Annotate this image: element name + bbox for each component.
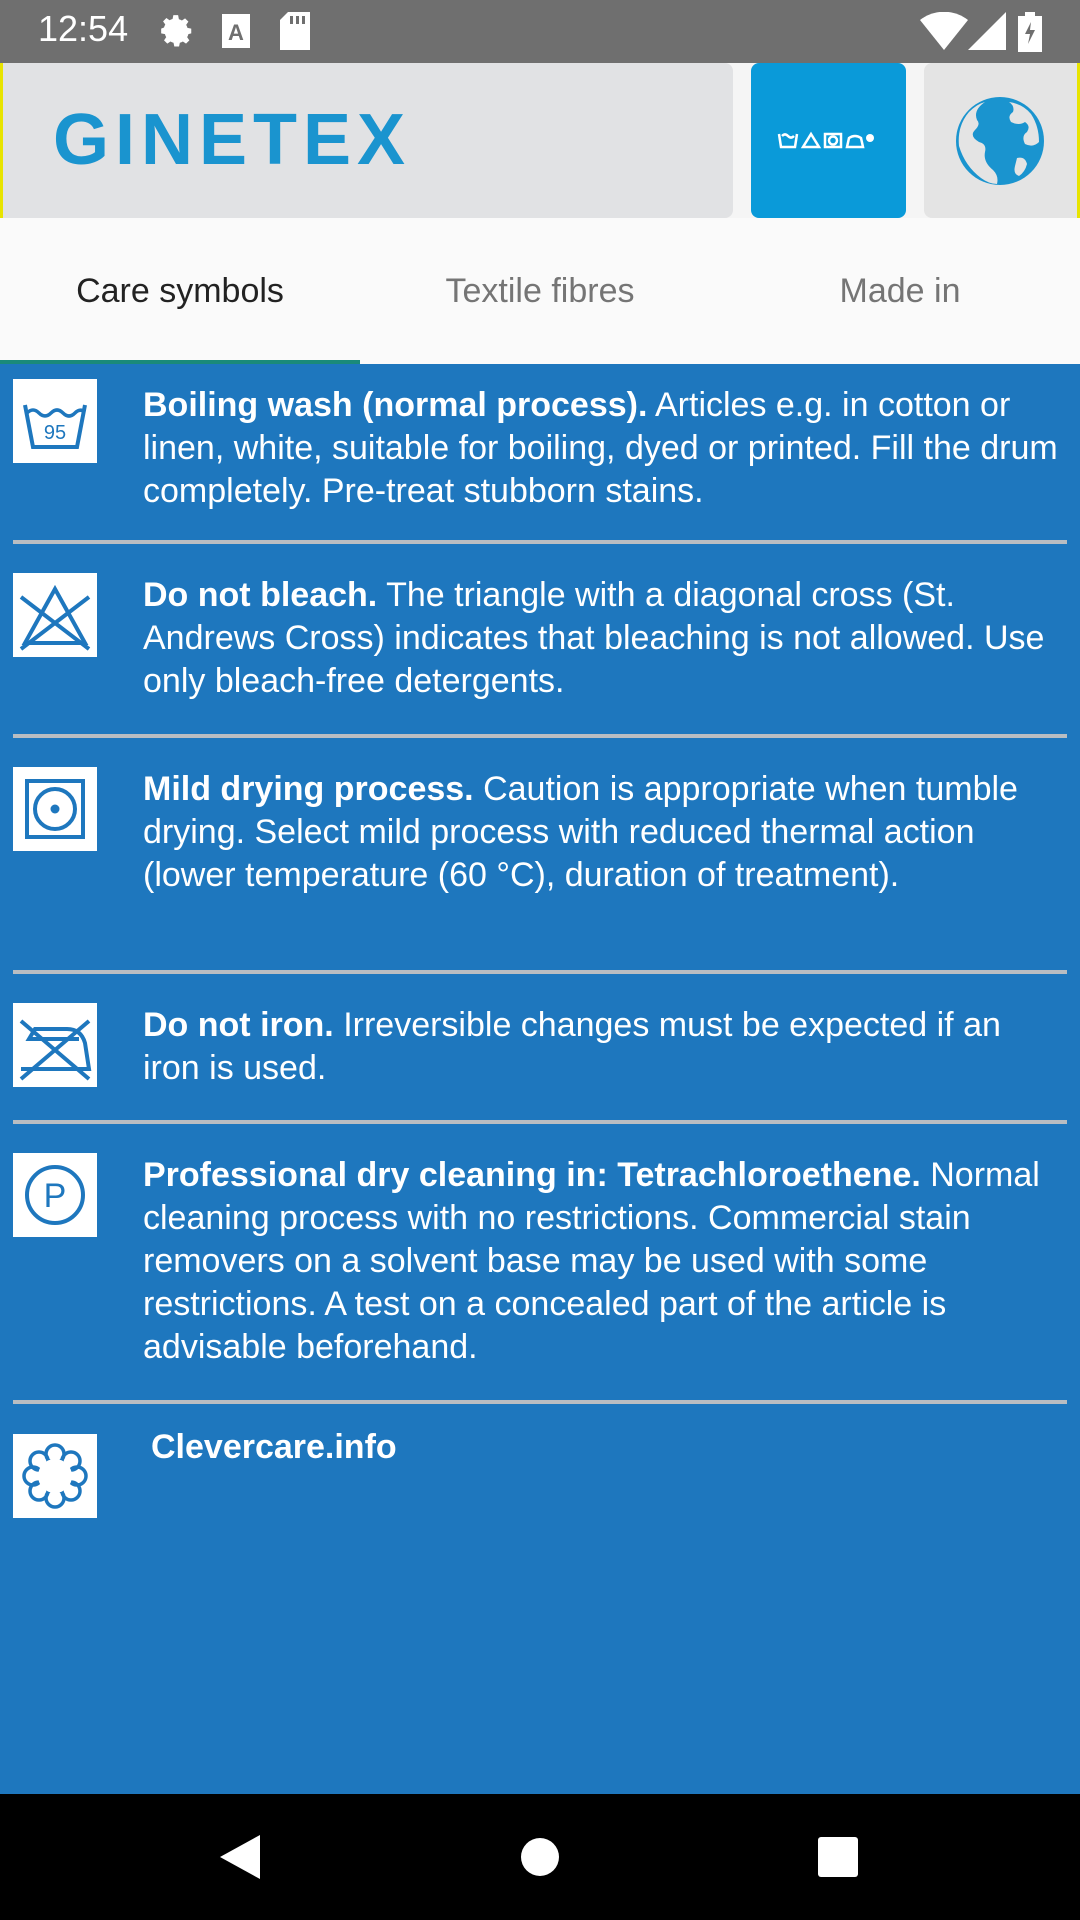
item-text: Do not bleach. The triangle with a diago…	[143, 574, 1063, 703]
tab-label: Care symbols	[76, 271, 284, 310]
tab-made-in[interactable]: Made in	[720, 218, 1080, 364]
recents-icon	[818, 1837, 858, 1877]
svg-text:P: P	[44, 1177, 67, 1215]
home-icon	[521, 1838, 559, 1876]
divider	[13, 540, 1067, 544]
tab-label: Made in	[839, 271, 961, 310]
back-button[interactable]	[200, 1794, 280, 1920]
clevercare-link-label: Clevercare.info	[151, 1428, 397, 1466]
back-icon	[220, 1835, 260, 1879]
status-bar: 12:54 A	[0, 0, 1080, 63]
ginetex-logo: GINETEX	[53, 100, 412, 180]
status-time: 12:54	[38, 8, 129, 49]
item-text: Boiling wash (normal process). Articles …	[143, 384, 1063, 513]
item-text: Mild drying process. Caution is appropri…	[143, 768, 1063, 897]
language-button[interactable]	[924, 63, 1080, 218]
item-text: Clevercare.info	[151, 1426, 1071, 1469]
do-not-bleach-icon	[13, 573, 97, 657]
wash-95-icon: 95	[13, 379, 97, 463]
app-header: GINETEX	[0, 63, 1080, 218]
svg-text:95: 95	[44, 422, 66, 444]
item-title: Do not bleach.	[143, 576, 378, 614]
recents-button[interactable]	[798, 1794, 878, 1920]
divider	[13, 734, 1067, 738]
divider	[13, 1400, 1067, 1404]
item-title: Do not iron.	[143, 1006, 334, 1044]
wifi-icon	[920, 11, 968, 54]
battery-icon	[1018, 12, 1042, 56]
navigation-bar	[0, 1794, 1080, 1920]
tab-bar: Care symbols Textile fibres Made in	[0, 218, 1080, 364]
do-not-iron-icon	[13, 1003, 97, 1087]
item-title: Boiling wash (normal process).	[143, 386, 648, 424]
svg-text:A: A	[228, 20, 244, 45]
tab-textile-fibres[interactable]: Textile fibres	[360, 218, 720, 364]
sd-card-icon	[280, 12, 310, 54]
divider	[13, 970, 1067, 974]
care-symbols-icon	[777, 131, 874, 149]
gear-icon	[158, 12, 196, 54]
care-symbols-list: 95 Boiling wash (normal process). Articl…	[0, 364, 1080, 1794]
tab-care-symbols[interactable]: Care symbols	[0, 218, 360, 364]
item-title: Mild drying process.	[143, 770, 474, 808]
ginetex-logo-button[interactable]: GINETEX	[0, 63, 733, 218]
globe-icon	[956, 97, 1044, 185]
tumble-dry-mild-icon	[13, 767, 97, 851]
clevercare-icon	[13, 1434, 97, 1518]
care-symbols-button[interactable]	[751, 63, 906, 218]
item-title: Professional dry cleaning in: Tetrachlor…	[143, 1156, 921, 1194]
home-button[interactable]	[500, 1794, 580, 1920]
signal-icon	[968, 12, 1006, 54]
keyboard-a-icon: A	[222, 12, 250, 54]
item-text: Professional dry cleaning in: Tetrachlor…	[143, 1154, 1063, 1369]
item-text: Do not iron. Irreversible changes must b…	[143, 1004, 1063, 1090]
divider	[13, 1120, 1067, 1124]
tab-label: Textile fibres	[445, 271, 635, 310]
dry-clean-p-icon: P	[13, 1153, 97, 1237]
